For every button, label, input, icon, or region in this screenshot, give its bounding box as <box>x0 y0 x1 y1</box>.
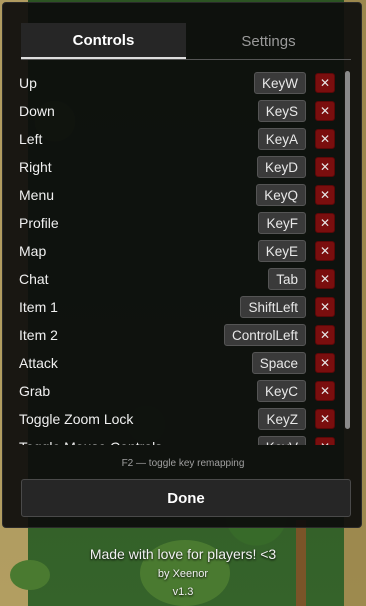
controls-modal: Controls Settings Up KeyW ✕ Down KeyS ✕ Left Ke… <box>2 2 362 528</box>
key-binding-button[interactable]: Space <box>251 352 306 374</box>
control-action-label: Chat <box>19 271 49 287</box>
control-action-label: Profile <box>19 215 59 231</box>
key-binding-button[interactable]: KeyQ <box>256 184 306 206</box>
tab-settings[interactable]: Settings <box>186 23 351 59</box>
control-row: Toggle Zoom Lock KeyZ ✕ <box>19 405 335 433</box>
control-binding: KeyF ✕ <box>258 212 335 234</box>
control-binding: KeyE ✕ <box>257 240 335 262</box>
control-action-label: Map <box>19 243 47 259</box>
control-row: Item 1 ShiftLeft ✕ <box>19 293 335 321</box>
credits-tagline: Made with love for players! <3 <box>89 546 277 562</box>
control-binding: KeyA ✕ <box>257 128 335 150</box>
control-row: Menu KeyQ ✕ <box>19 181 335 209</box>
done-button[interactable]: Done <box>21 479 351 517</box>
clear-binding-button[interactable]: ✕ <box>315 381 335 401</box>
control-row: Up KeyW ✕ <box>19 69 335 97</box>
key-binding-button[interactable]: KeyA <box>257 128 306 150</box>
control-row: Down KeyS ✕ <box>19 97 335 125</box>
control-row: Chat Tab ✕ <box>19 265 335 293</box>
key-binding-button[interactable]: ControlLeft <box>223 324 306 346</box>
key-binding-button[interactable]: KeyC <box>256 380 306 402</box>
clear-binding-button[interactable]: ✕ <box>315 185 335 205</box>
key-binding-button[interactable]: KeyD <box>256 156 306 178</box>
control-binding: KeyV ✕ <box>257 436 335 445</box>
control-binding: ControlLeft ✕ <box>223 324 335 346</box>
key-binding-button[interactable]: KeyZ <box>258 408 306 430</box>
key-binding-button[interactable]: KeyF <box>258 212 306 234</box>
control-action-label: Down <box>19 103 55 119</box>
control-binding: Tab ✕ <box>268 268 335 290</box>
control-row: Map KeyE ✕ <box>19 237 335 265</box>
clear-binding-button[interactable]: ✕ <box>315 325 335 345</box>
control-row: Right KeyD ✕ <box>19 153 335 181</box>
control-action-label: Up <box>19 75 37 91</box>
credits-version: v1.3 <box>172 586 194 598</box>
control-binding: KeyZ ✕ <box>258 408 335 430</box>
key-binding-button[interactable]: KeyW <box>253 72 306 94</box>
clear-binding-button[interactable]: ✕ <box>315 157 335 177</box>
control-action-label: Item 1 <box>19 299 58 315</box>
control-binding: Space ✕ <box>251 352 335 374</box>
control-binding: ShiftLeft ✕ <box>240 296 335 318</box>
clear-binding-button[interactable]: ✕ <box>315 269 335 289</box>
control-row: Attack Space ✕ <box>19 349 335 377</box>
credits: Made with love for players! <3 by Xeenor… <box>0 546 366 598</box>
tab-controls[interactable]: Controls <box>21 23 186 59</box>
key-binding-button[interactable]: KeyS <box>257 100 306 122</box>
clear-binding-button[interactable]: ✕ <box>315 297 335 317</box>
control-action-label: Left <box>19 131 43 147</box>
key-binding-button[interactable]: KeyE <box>257 240 306 262</box>
control-binding: KeyC ✕ <box>256 380 335 402</box>
clear-binding-button[interactable]: ✕ <box>315 73 335 93</box>
credits-author: by Xeenor <box>157 568 209 580</box>
key-binding-button[interactable]: KeyV <box>257 436 306 445</box>
control-action-label: Item 2 <box>19 327 58 343</box>
control-row: Grab KeyC ✕ <box>19 377 335 405</box>
control-binding: KeyD ✕ <box>256 156 335 178</box>
control-row: Toggle Mouse Controls KeyV ✕ <box>19 433 335 445</box>
control-action-label: Right <box>19 159 52 175</box>
control-action-label: Attack <box>19 355 58 371</box>
control-action-label: Toggle Mouse Controls <box>19 439 162 445</box>
clear-binding-button[interactable]: ✕ <box>315 437 335 445</box>
control-action-label: Grab <box>19 383 51 399</box>
clear-binding-button[interactable]: ✕ <box>315 129 335 149</box>
tab-bar: Controls Settings <box>21 23 351 60</box>
clear-binding-button[interactable]: ✕ <box>315 101 335 121</box>
control-row: Item 2 ControlLeft ✕ <box>19 321 335 349</box>
key-binding-button[interactable]: Tab <box>268 268 306 290</box>
control-action-label: Menu <box>19 187 55 203</box>
control-row: Profile KeyF ✕ <box>19 209 335 237</box>
controls-list[interactable]: Up KeyW ✕ Down KeyS ✕ Left KeyA ✕ Right KeyD ✕ Menu K… <box>19 69 335 445</box>
control-binding: KeyW ✕ <box>253 72 335 94</box>
clear-binding-button[interactable]: ✕ <box>315 241 335 261</box>
scrollbar[interactable] <box>345 71 350 429</box>
remap-hint: F2 — toggle key remapping <box>121 458 245 469</box>
clear-binding-button[interactable]: ✕ <box>315 353 335 373</box>
control-binding: KeyQ ✕ <box>256 184 335 206</box>
control-action-label: Toggle Zoom Lock <box>19 411 134 427</box>
clear-binding-button[interactable]: ✕ <box>315 213 335 233</box>
control-binding: KeyS ✕ <box>257 100 335 122</box>
clear-binding-button[interactable]: ✕ <box>315 409 335 429</box>
key-binding-button[interactable]: ShiftLeft <box>240 296 306 318</box>
control-row: Left KeyA ✕ <box>19 125 335 153</box>
